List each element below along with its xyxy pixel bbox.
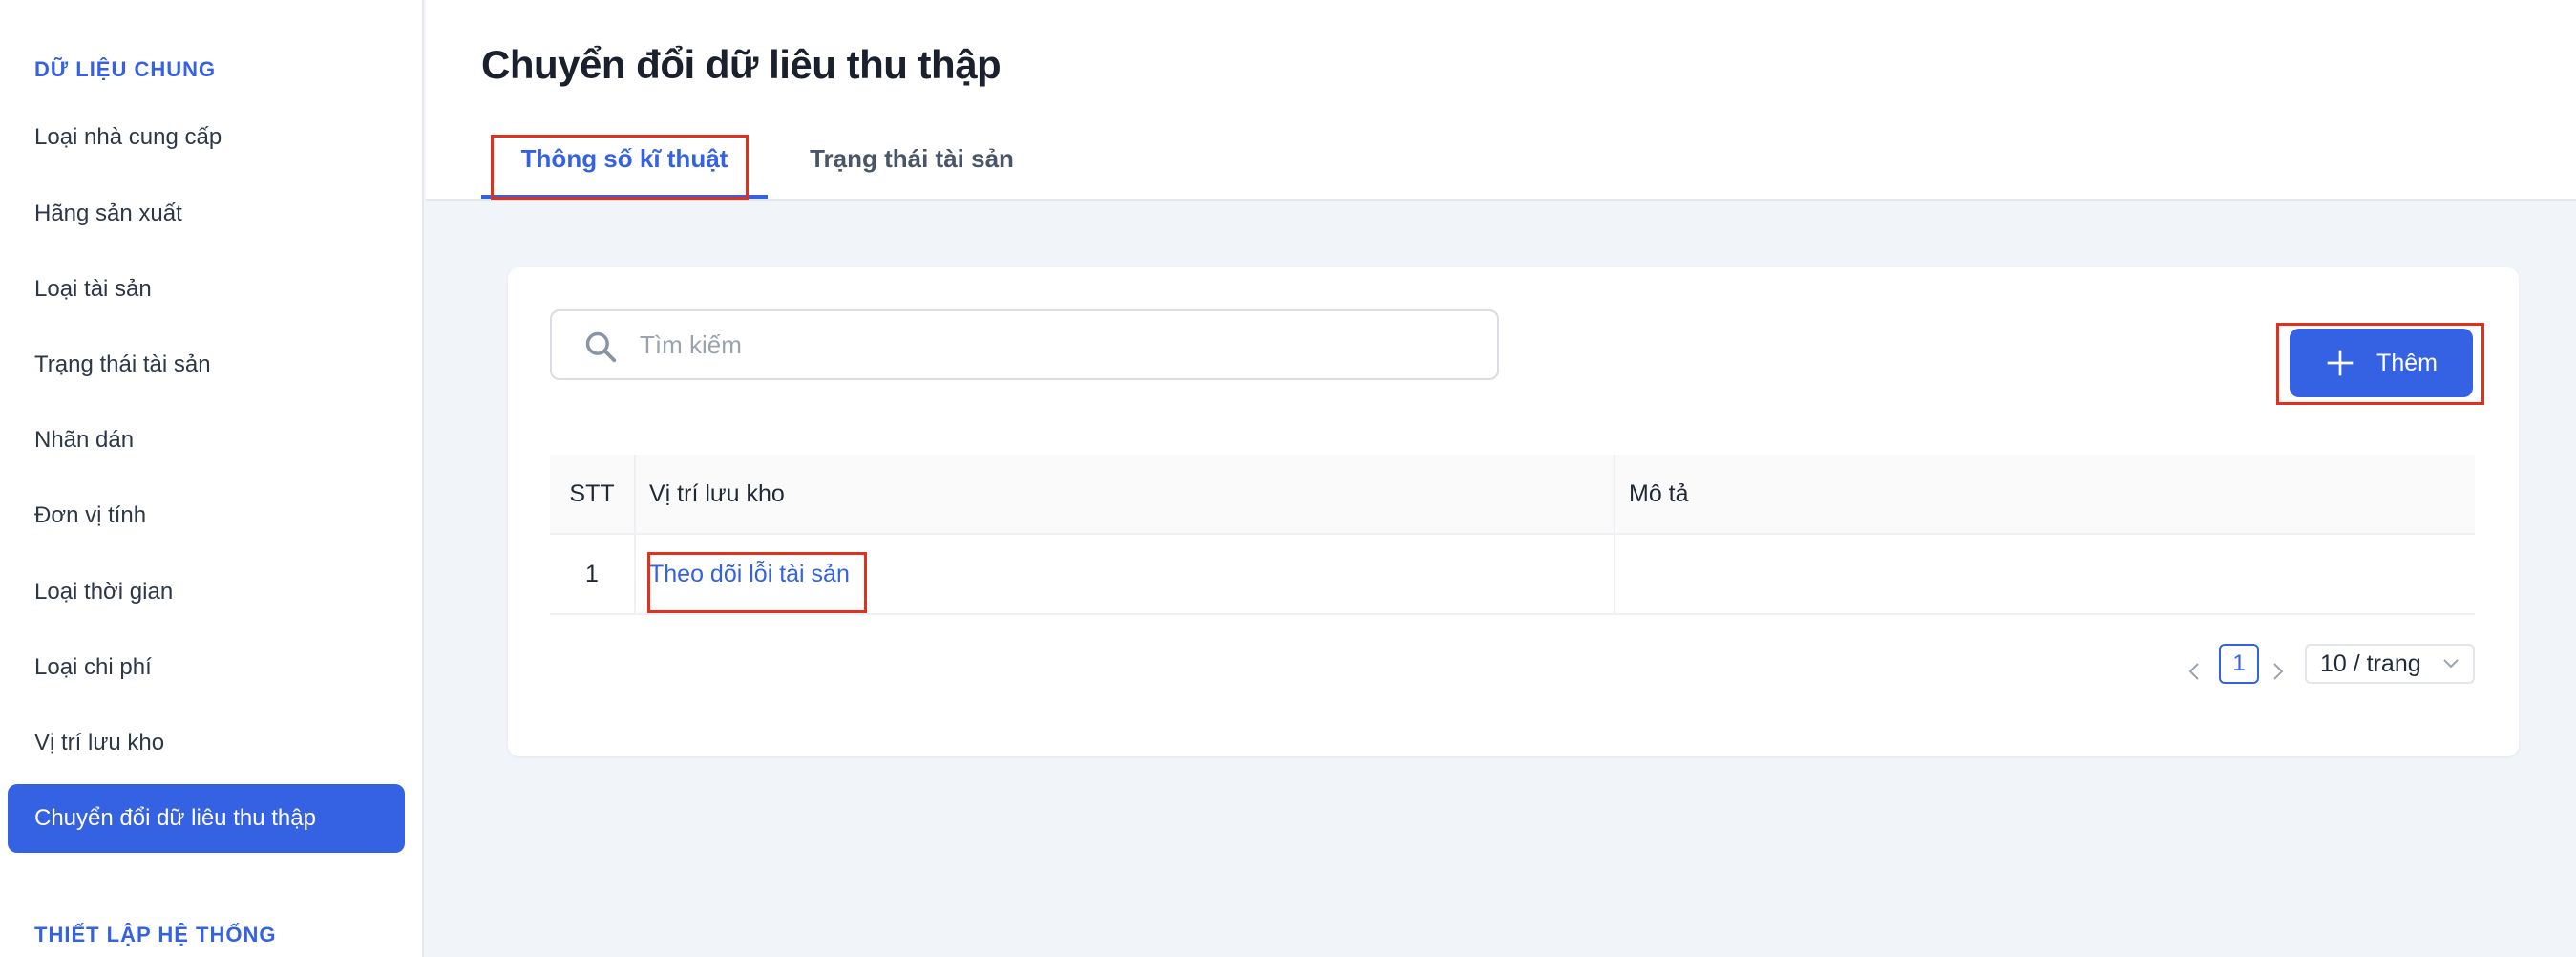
add-button-label: Thêm bbox=[2376, 349, 2438, 376]
sidebar: DỮ LIỆU CHUNG Loại nhà cung cấp Hãng sản… bbox=[0, 0, 424, 957]
sidebar-item-data-conversion[interactable]: Chuyển đổi dữ liêu thu thập bbox=[8, 784, 405, 853]
chevron-left-icon bbox=[2188, 663, 2199, 680]
chevron-right-icon bbox=[2273, 663, 2284, 680]
sidebar-item-label: Loại thời gian bbox=[34, 579, 174, 605]
column-header-description: Mô tả bbox=[1629, 479, 1689, 507]
cell-location: Theo dõi lỗi tài sản bbox=[636, 535, 1615, 613]
sidebar-item-asset-status[interactable]: Trạng thái tài sản bbox=[8, 330, 405, 399]
content-card: Thêm STT Vị trí lưu kho Mô tả 1 Theo dõi… bbox=[508, 267, 2519, 756]
sidebar-item-supplier-type[interactable]: Loại nhà cung cấp bbox=[8, 103, 405, 172]
pagination-next[interactable] bbox=[2267, 655, 2290, 688]
sidebar-item-manufacturer[interactable]: Hãng sản xuất bbox=[8, 180, 405, 248]
add-button[interactable]: Thêm bbox=[2290, 329, 2473, 397]
page-size-select[interactable]: 10 / trang bbox=[2305, 644, 2475, 684]
page-size-value: 10 / trang bbox=[2320, 649, 2421, 677]
search-input[interactable] bbox=[640, 311, 1480, 378]
search-box bbox=[550, 309, 1499, 380]
sidebar-item-label: Hãng sản xuất bbox=[34, 201, 182, 226]
tab-specifications[interactable]: Thông số kĩ thuật bbox=[485, 124, 764, 193]
data-table: STT Vị trí lưu kho Mô tả 1 Theo dõi lỗi … bbox=[550, 455, 2475, 615]
sidebar-item-label: Nhãn dán bbox=[34, 427, 135, 453]
table-row: 1 Theo dõi lỗi tài sản bbox=[550, 535, 2475, 615]
sidebar-section-system: THIẾT LẬP HỆ THỐNG bbox=[34, 923, 277, 946]
table-header-row: STT Vị trí lưu kho Mô tả bbox=[550, 455, 2475, 535]
sidebar-item-label: Đơn vị tính bbox=[34, 502, 147, 528]
search-icon bbox=[585, 331, 617, 363]
sidebar-item-label: Loại tài sản bbox=[34, 276, 152, 302]
sidebar-item-label: Chuyển đổi dữ liêu thu thập bbox=[34, 805, 316, 831]
chevron-down-icon bbox=[2443, 659, 2459, 669]
sidebar-item-labels[interactable]: Nhãn dán bbox=[8, 406, 405, 475]
page-header: Chuyển đổi dữ liêu thu thập Thông số kĩ … bbox=[426, 0, 2576, 201]
plus-icon bbox=[2327, 350, 2354, 376]
sidebar-section-general: DỮ LIỆU CHUNG bbox=[34, 57, 217, 81]
active-tab-indicator bbox=[481, 195, 768, 199]
cell-stt: 1 bbox=[550, 535, 636, 613]
page-title: Chuyển đổi dữ liêu thu thập bbox=[481, 42, 1002, 87]
column-header-stt: STT bbox=[550, 455, 636, 533]
sidebar-item-unit[interactable]: Đơn vị tính bbox=[8, 481, 405, 550]
sidebar-item-cost-type[interactable]: Loại chi phí bbox=[8, 633, 405, 702]
sidebar-item-label: Loại nhà cung cấp bbox=[34, 124, 222, 150]
sidebar-item-storage-location[interactable]: Vị trí lưu kho bbox=[8, 709, 405, 777]
pagination-prev[interactable] bbox=[2183, 655, 2206, 688]
sidebar-item-asset-type[interactable]: Loại tài sản bbox=[8, 255, 405, 324]
cell-description bbox=[1615, 535, 2475, 613]
pagination-page-current[interactable]: 1 bbox=[2219, 644, 2259, 684]
location-link[interactable]: Theo dõi lỗi tài sản bbox=[649, 561, 850, 588]
sidebar-item-time-type[interactable]: Loại thời gian bbox=[8, 558, 405, 627]
sidebar-item-label: Loại chi phí bbox=[34, 654, 152, 680]
sidebar-item-label: Vị trí lưu kho bbox=[34, 730, 165, 755]
column-header-location: Vị trí lưu kho bbox=[636, 455, 1615, 533]
tab-asset-status[interactable]: Trạng thái tài sản bbox=[802, 124, 1022, 193]
sidebar-item-label: Trạng thái tài sản bbox=[34, 351, 211, 377]
